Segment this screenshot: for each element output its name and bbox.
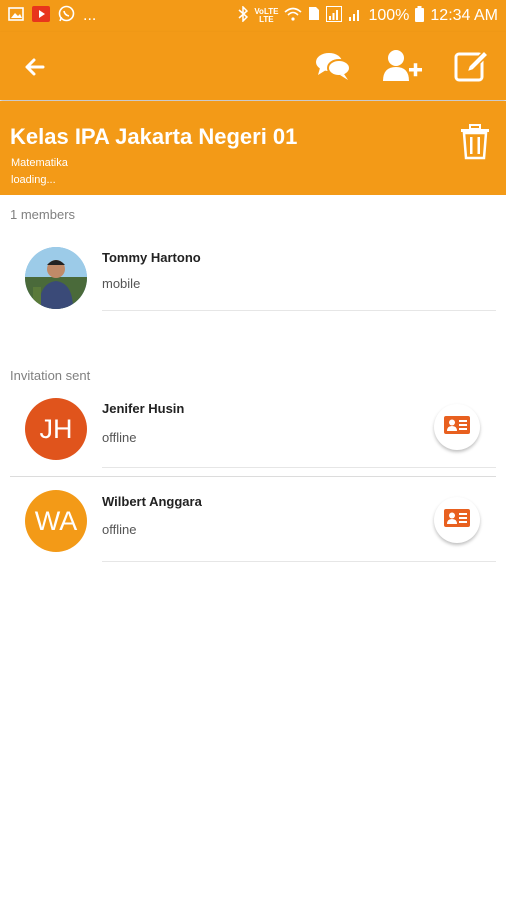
more-notifications: ... <box>83 7 97 24</box>
clock: 12:34 AM <box>430 7 498 24</box>
invitee-name: Wilbert Anggara <box>102 494 202 509</box>
member-status: mobile <box>102 276 141 291</box>
bluetooth-icon <box>238 4 249 27</box>
sim-icon <box>308 6 320 26</box>
trash-icon[interactable] <box>459 124 491 160</box>
contact-card-icon <box>444 508 470 532</box>
divider <box>102 561 496 562</box>
app-bar <box>0 32 506 100</box>
invitee-name: Jenifer Husin <box>102 401 185 416</box>
signal-icon <box>326 5 343 27</box>
member-name: Tommy Hartono <box>102 250 201 265</box>
section-divider <box>10 476 496 477</box>
edit-icon[interactable] <box>453 48 491 84</box>
invitation-row[interactable]: JH Jenifer Husin offline <box>0 392 506 470</box>
gallery-icon <box>8 6 24 26</box>
volte-icon: VoLTE LTE <box>254 7 279 24</box>
contact-card-button[interactable] <box>434 404 480 450</box>
group-subject: Matematika <box>11 157 68 169</box>
group-status: loading... <box>11 174 56 186</box>
invitation-sent-label: Invitation sent <box>10 368 91 383</box>
invitee-status: offline <box>102 430 137 445</box>
notification-icons: ... <box>8 5 96 27</box>
avatar-initials: WA <box>25 490 87 552</box>
members-count-label: 1 members <box>10 207 76 222</box>
contact-card-button[interactable] <box>434 497 480 543</box>
divider <box>102 467 496 468</box>
member-row[interactable]: Tommy Hartono mobile <box>0 238 506 318</box>
chat-icon[interactable] <box>314 48 352 84</box>
battery-percent: 100% <box>368 7 410 24</box>
group-header: Kelas IPA Jakarta Negeri 01 Matematika l… <box>0 101 506 195</box>
status-bar: ... VoLTE LTE 100% 12:34 AM <box>0 0 506 32</box>
arrow-left-icon[interactable] <box>18 50 52 84</box>
invitation-row[interactable]: WA Wilbert Anggara offline <box>0 484 506 564</box>
group-title: Kelas IPA Jakarta Negeri 01 <box>10 124 298 149</box>
invitee-status: offline <box>102 522 137 537</box>
avatar-initials: JH <box>25 398 87 460</box>
wifi-icon <box>284 7 302 26</box>
add-user-icon[interactable] <box>382 48 422 84</box>
system-icons: VoLTE LTE 100% 12:34 AM <box>238 4 498 27</box>
battery-icon <box>415 5 425 27</box>
video-app-icon <box>32 5 50 27</box>
signal-2-icon <box>348 6 362 27</box>
whatsapp-icon <box>58 5 75 27</box>
avatar <box>25 247 87 309</box>
divider <box>102 310 496 311</box>
contact-card-icon <box>444 415 470 439</box>
